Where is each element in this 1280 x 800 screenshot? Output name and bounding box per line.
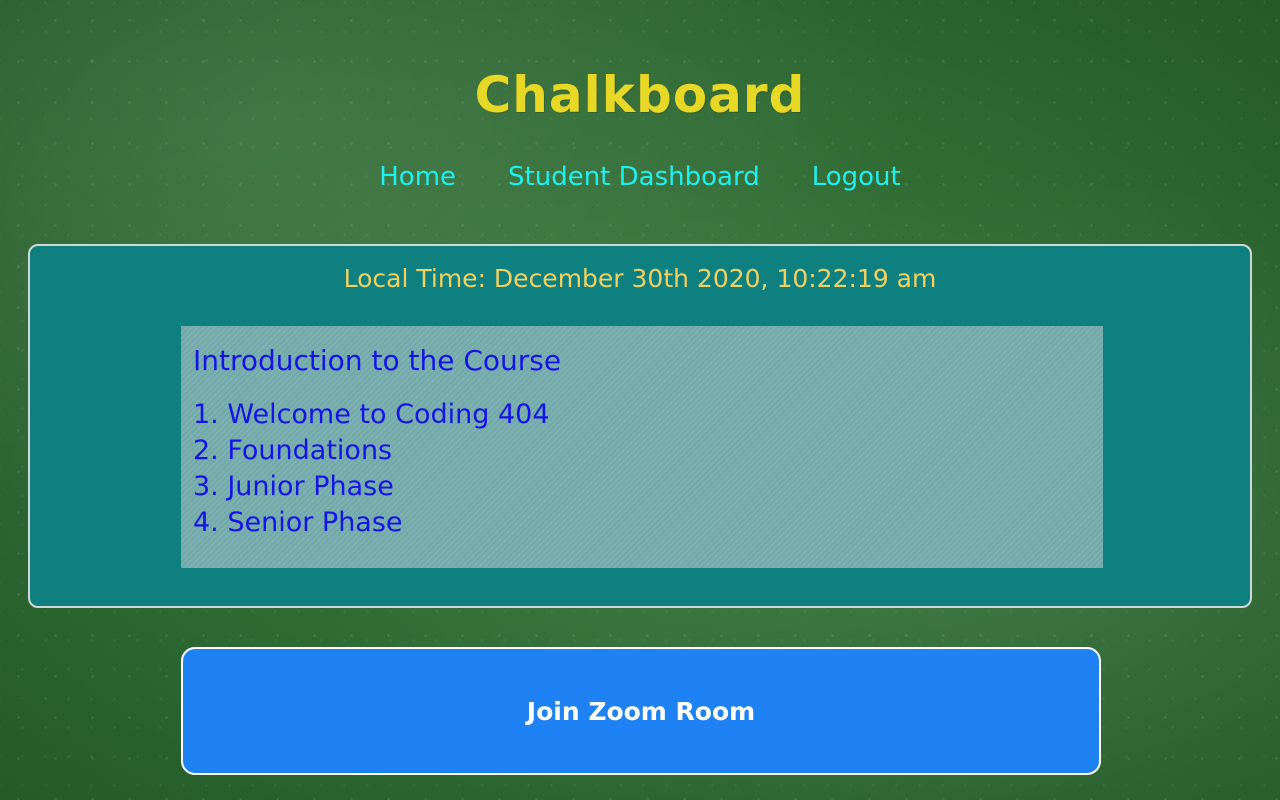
course-item-foundations[interactable]: 2. Foundations (193, 433, 1091, 469)
course-title: Introduction to the Course (193, 344, 562, 377)
join-zoom-room-label: Join Zoom Room (526, 696, 756, 726)
app-title: Chalkboard (474, 66, 806, 124)
course-panel: Introduction to the Course 1. Welcome to… (181, 326, 1103, 568)
course-item-welcome[interactable]: 1. Welcome to Coding 404 (193, 397, 1091, 433)
local-time: Local Time: December 30th 2020, 10:22:19… (343, 264, 937, 293)
course-card: Local Time: December 30th 2020, 10:22:19… (28, 244, 1252, 608)
course-item-senior-phase[interactable]: 4. Senior Phase (193, 505, 1091, 541)
main-nav: Home Student Dashboard Logout (0, 162, 1280, 192)
nav-home-link[interactable]: Home (379, 162, 456, 192)
course-list: 1. Welcome to Coding 404 2. Foundations … (193, 397, 1091, 541)
course-item-junior-phase[interactable]: 3. Junior Phase (193, 469, 1091, 505)
nav-student-dashboard-link[interactable]: Student Dashboard (508, 162, 760, 192)
join-zoom-room-button[interactable]: Join Zoom Room (181, 647, 1101, 775)
nav-logout-link[interactable]: Logout (812, 162, 901, 192)
